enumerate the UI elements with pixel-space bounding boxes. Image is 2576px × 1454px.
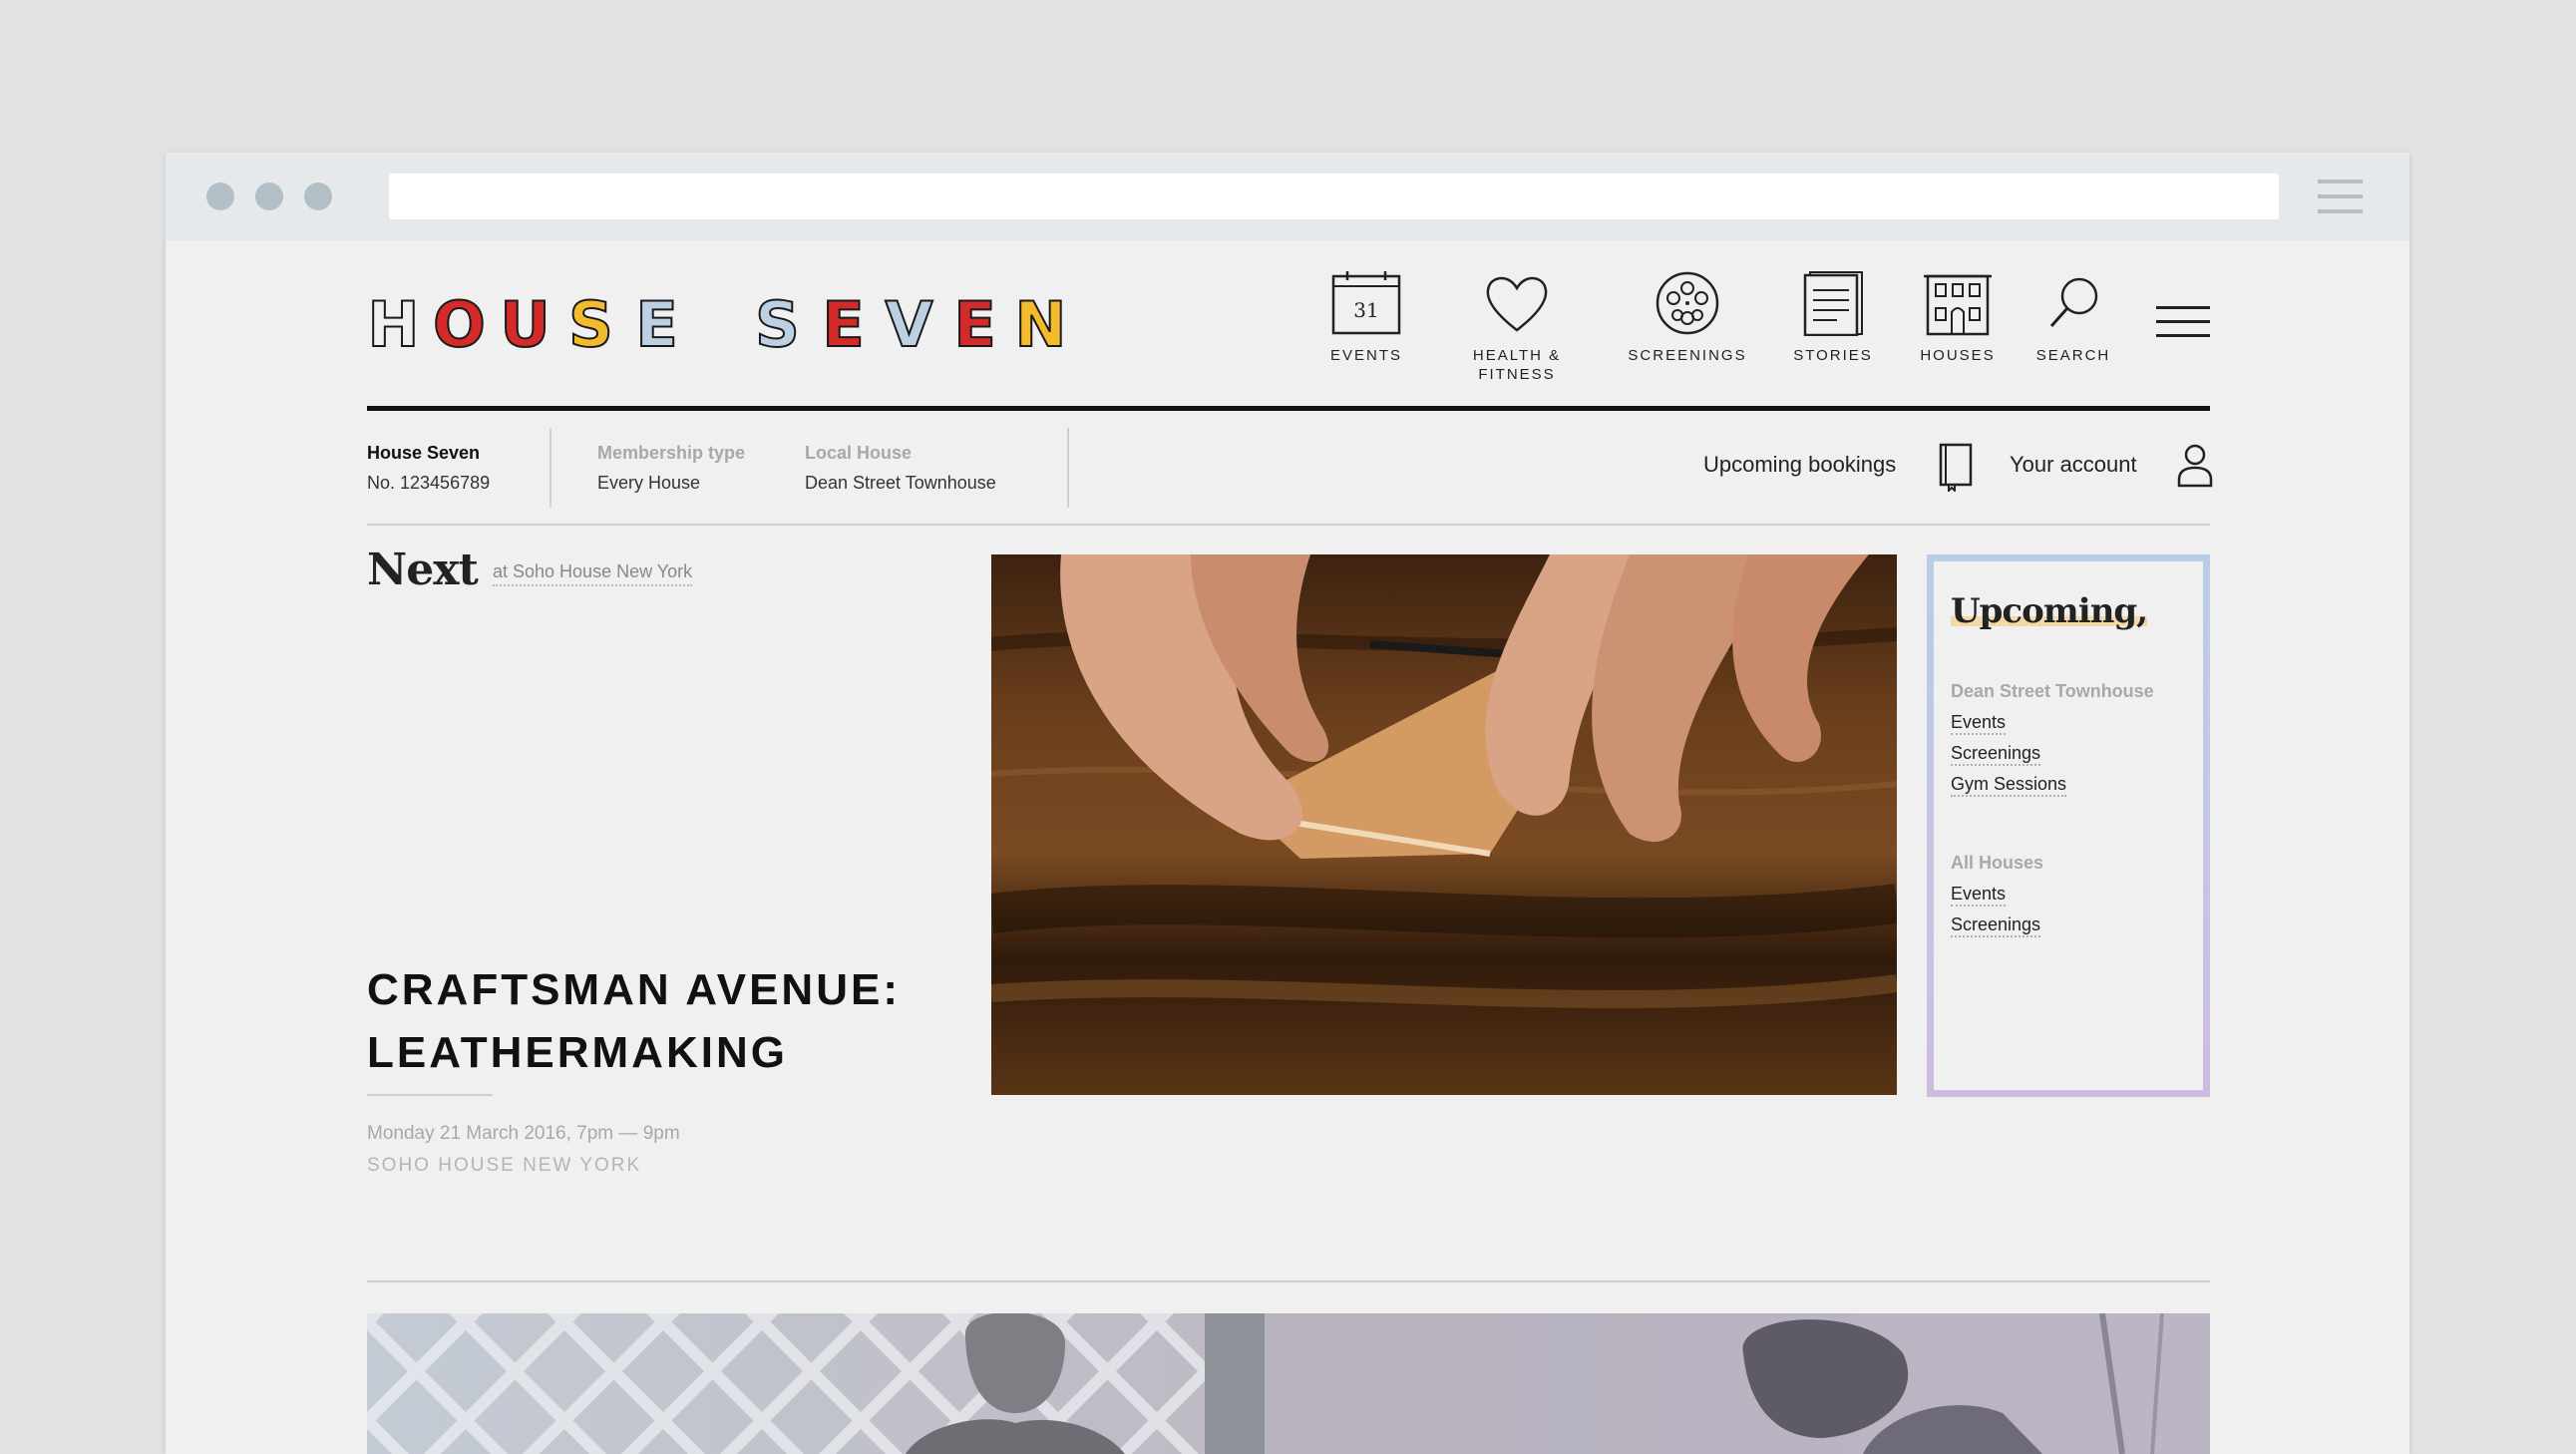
browser-menu-icon[interactable] xyxy=(2318,180,2363,213)
upcoming-link-gym-sessions[interactable]: Gym Sessions xyxy=(1951,773,2067,797)
membership-type-label: Membership type xyxy=(597,443,746,463)
logo-letter: S xyxy=(567,288,614,361)
upcoming-link-events[interactable]: Events xyxy=(1951,883,2007,907)
membership-info: Membership type Every House xyxy=(597,438,745,498)
building-icon xyxy=(1924,274,1992,336)
upcoming-link-events[interactable]: Events xyxy=(1951,711,2007,735)
nav-label: HEALTH & FITNESS xyxy=(1472,347,1562,383)
page: H O U S E S E V E N 31 EVENTS HEALTH & F… xyxy=(166,240,2409,1454)
logo-letter: V xyxy=(885,288,934,361)
browser-window: H O U S E S E V E N 31 EVENTS HEALTH & F… xyxy=(166,153,2409,1454)
calendar-icon: 31 xyxy=(1331,271,1401,335)
window-close-dot[interactable] xyxy=(206,182,234,210)
logo-letter: S xyxy=(754,288,801,361)
next-heading: Next xyxy=(367,545,479,595)
nav-health-fitness[interactable]: HEALTH & FITNESS xyxy=(1442,270,1592,384)
logo-letter: E xyxy=(821,288,865,361)
member-number: No. 123456789 xyxy=(367,473,491,493)
nav-label: SCREENINGS xyxy=(1628,347,1747,364)
logo-letter: H xyxy=(367,288,421,361)
upcoming-panel: Upcoming, Dean Street Townhouse Events S… xyxy=(1927,554,2210,1097)
member-info: House Seven No. 123456789 xyxy=(367,438,490,498)
account-divider xyxy=(367,524,2210,526)
upcoming-bookings-link[interactable]: Upcoming bookings xyxy=(1703,452,1896,478)
upcoming-link-screenings[interactable]: Screenings xyxy=(1951,742,2041,766)
film-reel-icon xyxy=(1656,271,1719,335)
window-minimize-dot[interactable] xyxy=(255,182,283,210)
search-icon xyxy=(2049,277,2098,327)
upcoming-group-heading: Dean Street Townhouse xyxy=(1951,681,2154,701)
leathermaking-image xyxy=(991,554,1897,1095)
membership-type-value: Every House xyxy=(597,473,701,493)
logo-letter: N xyxy=(1014,288,1068,361)
next-location-link[interactable]: at Soho House New York xyxy=(493,561,693,586)
local-house-label: Local House xyxy=(805,443,913,463)
logo-space xyxy=(695,296,739,354)
logo-letter: O xyxy=(432,288,487,361)
event-divider xyxy=(367,1094,493,1096)
address-bar[interactable] xyxy=(389,174,2279,219)
your-account-link[interactable]: Your account xyxy=(2010,452,2137,478)
user-icon[interactable] xyxy=(2175,442,2215,488)
upcoming-title: Upcoming, xyxy=(1951,591,2148,631)
event-photo[interactable] xyxy=(991,554,1897,1095)
member-name: House Seven xyxy=(367,443,481,463)
nav-label: SEARCH xyxy=(2035,347,2111,364)
logo-letter: E xyxy=(634,288,678,361)
logo-letter: U xyxy=(499,288,551,361)
event-place: SOHO HOUSE NEW YORK xyxy=(367,1155,642,1176)
event-date: Monday 21 March 2016, 7pm — 9pm xyxy=(367,1123,680,1144)
menu-icon[interactable] xyxy=(2156,306,2210,338)
window-maximize-dot[interactable] xyxy=(304,182,332,210)
heart-icon xyxy=(1486,276,1548,332)
upcoming-link-screenings[interactable]: Screenings xyxy=(1951,913,2041,937)
nav-label: EVENTS xyxy=(1329,347,1402,364)
logo-letter: E xyxy=(952,288,996,361)
divider xyxy=(550,428,552,508)
local-house-value: Dean Street Townhouse xyxy=(805,473,996,493)
upcoming-group-heading: All Houses xyxy=(1951,853,2044,873)
section-divider xyxy=(367,1280,2210,1282)
document-icon xyxy=(1803,271,1863,336)
feature-photo[interactable] xyxy=(367,1313,2210,1454)
divider xyxy=(1067,428,1069,508)
event-title[interactable]: CRAFTSMAN AVENUE: LEATHERMAKING xyxy=(367,958,925,1084)
calendar-badge: 31 xyxy=(1353,298,1378,322)
browser-chrome xyxy=(166,153,2409,240)
header-divider xyxy=(367,406,2210,411)
upcoming-panel-inner: Upcoming, Dean Street Townhouse Events S… xyxy=(1934,561,2203,1090)
nav-screenings[interactable]: SCREENINGS xyxy=(1613,270,1762,365)
feature-image xyxy=(367,1313,2210,1454)
nav-events[interactable]: 31 EVENTS xyxy=(1291,270,1441,365)
house-seven-logo[interactable]: H O U S E S E V E N xyxy=(366,288,1079,361)
bookmark-book-icon[interactable] xyxy=(1935,442,1975,492)
local-house-info: Local House Dean Street Townhouse xyxy=(805,438,996,498)
nav-search[interactable]: SEARCH xyxy=(1999,270,2148,365)
